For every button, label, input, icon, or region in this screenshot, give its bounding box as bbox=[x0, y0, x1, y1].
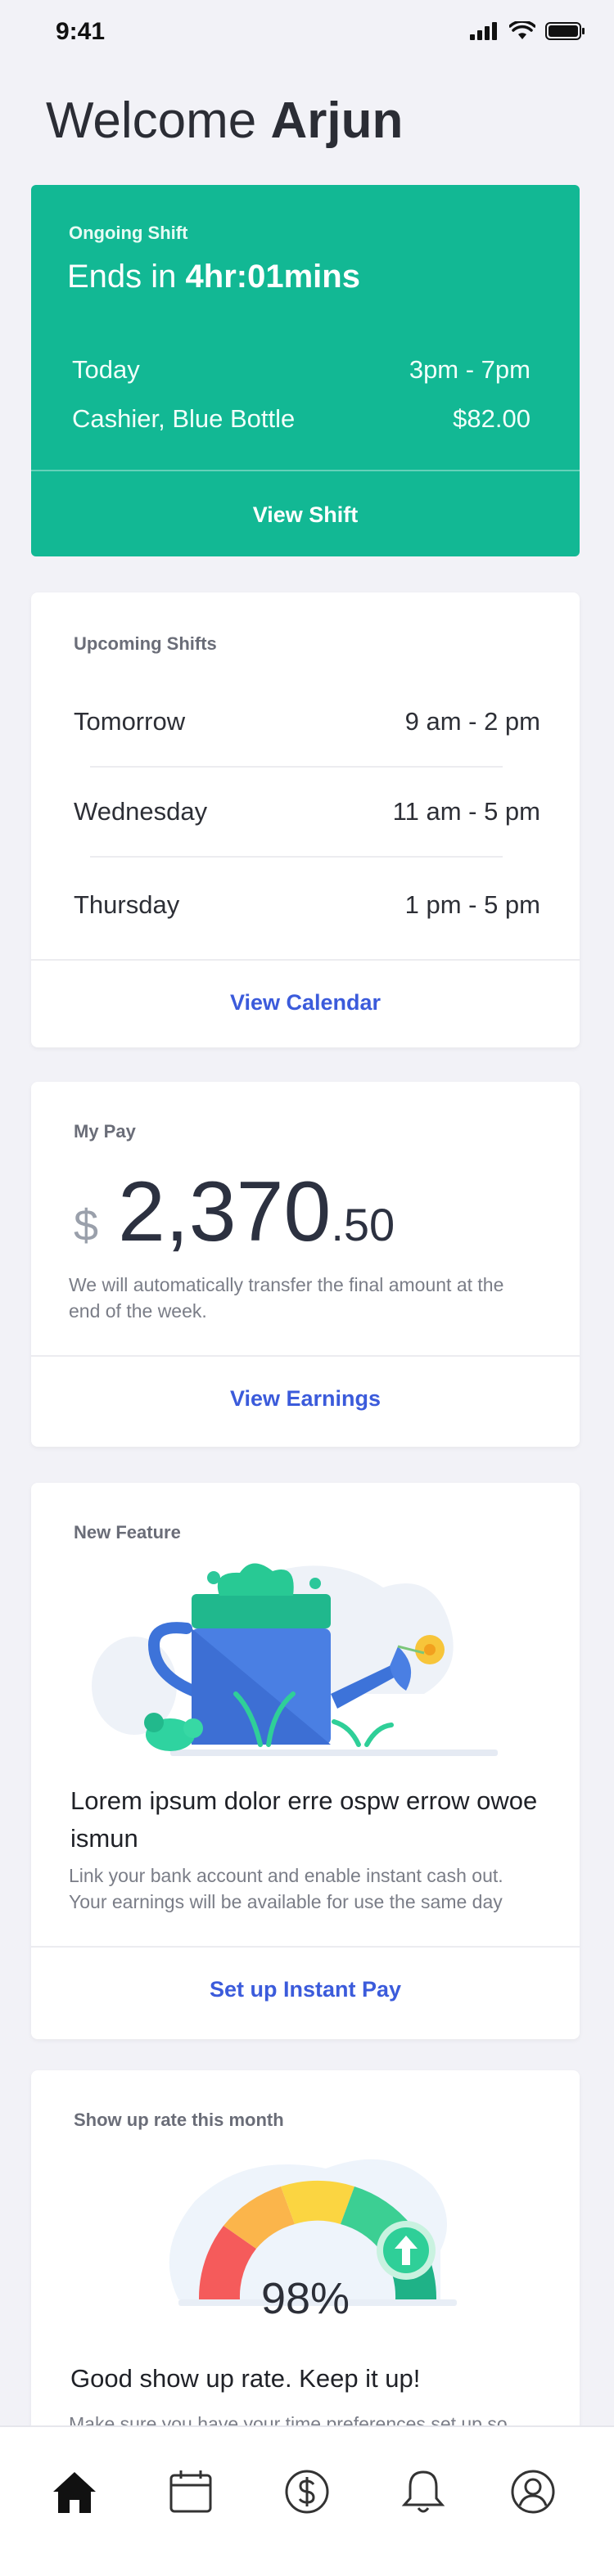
currency-symbol: $ bbox=[74, 1201, 99, 1250]
setup-instant-pay-button[interactable]: Set up Instant Pay bbox=[31, 1977, 580, 2002]
show-up-description: Make sure you have your time preferences… bbox=[69, 2413, 508, 2425]
shift-time: 1 pm - 5 pm bbox=[404, 890, 540, 919]
feature-headline: Lorem ipsum dolor erre ospw errow owoe i… bbox=[70, 1786, 538, 1853]
divider bbox=[90, 766, 503, 768]
divider bbox=[31, 959, 580, 961]
shift-time: 11 am - 5 pm bbox=[392, 797, 540, 826]
divider bbox=[31, 1355, 580, 1357]
feature-description: Link your bank account and enable instan… bbox=[69, 1865, 503, 1912]
divider bbox=[31, 470, 580, 471]
list-item[interactable]: Wednesday 11 am - 5 pm bbox=[74, 797, 540, 826]
shift-role: Cashier, Blue Bottle bbox=[72, 404, 296, 433]
divider bbox=[31, 1946, 580, 1948]
view-shift-button[interactable]: View Shift bbox=[31, 502, 580, 528]
my-pay-card: My Pay $ 2,370 .50 We will automatically… bbox=[31, 1082, 580, 1447]
signal-icon bbox=[470, 22, 497, 40]
pay-amount: $ 2,370 .50 bbox=[74, 1164, 395, 1261]
watering-can-illustration bbox=[92, 1563, 498, 1756]
shift-amount: $82.00 bbox=[453, 404, 530, 433]
shift-time: 9 am - 2 pm bbox=[404, 707, 540, 736]
pay-whole: 2,370 bbox=[118, 1164, 332, 1259]
view-calendar-button[interactable]: View Calendar bbox=[31, 990, 580, 1016]
welcome-heading: Welcome Arjun bbox=[46, 92, 403, 150]
bell-icon bbox=[401, 2470, 445, 2513]
shift-day: Wednesday bbox=[74, 797, 208, 826]
shift-countdown: Ends in 4hr:01mins bbox=[67, 259, 360, 295]
card-title: Show up rate this month bbox=[74, 2110, 284, 2130]
home-icon bbox=[53, 2472, 96, 2513]
profile-icon bbox=[511, 2470, 555, 2514]
tab-calendar[interactable] bbox=[162, 2463, 219, 2520]
status-icons bbox=[470, 21, 586, 41]
battery-icon bbox=[545, 22, 585, 40]
shift-day: Thursday bbox=[74, 890, 180, 919]
tab-earnings[interactable] bbox=[278, 2463, 336, 2520]
shift-day: Today bbox=[72, 355, 140, 384]
pay-note: We will automatically transfer the final… bbox=[69, 1274, 504, 1322]
user-name: Arjun bbox=[270, 92, 404, 149]
shift-day-row: Today 3pm - 7pm bbox=[72, 355, 530, 385]
list-item[interactable]: Tomorrow 9 am - 2 pm bbox=[74, 707, 540, 736]
calendar-icon bbox=[169, 2470, 212, 2513]
dollar-icon bbox=[285, 2470, 329, 2514]
wifi-icon bbox=[509, 21, 535, 39]
ongoing-shift-card: Ongoing Shift Ends in 4hr:01mins Today 3… bbox=[31, 185, 580, 556]
divider bbox=[90, 856, 503, 858]
arrow-up-icon bbox=[377, 2221, 436, 2280]
status-time: 9:41 bbox=[56, 18, 106, 45]
upcoming-shifts-card: Upcoming Shifts Tomorrow 9 am - 2 pm Wed… bbox=[31, 592, 580, 1047]
tab-bar bbox=[0, 2425, 614, 2576]
view-earnings-button[interactable]: View Earnings bbox=[31, 1386, 580, 1412]
card-title: My Pay bbox=[74, 1121, 136, 1142]
countdown-prefix: Ends in bbox=[67, 259, 177, 295]
new-feature-card: New Feature Lorem ipsum dolor erre ospw … bbox=[31, 1483, 580, 2039]
shift-day: Tomorrow bbox=[74, 707, 186, 736]
welcome-prefix: Welcome bbox=[46, 92, 257, 149]
show-up-rate-value: 98% bbox=[260, 2274, 350, 2323]
shift-hours: 3pm - 7pm bbox=[409, 355, 530, 384]
status-bar: 9:41 bbox=[0, 0, 614, 65]
tab-notifications[interactable] bbox=[395, 2463, 452, 2520]
card-title: Upcoming Shifts bbox=[74, 633, 217, 654]
pay-cents: .50 bbox=[331, 1199, 395, 1250]
tab-profile[interactable] bbox=[504, 2463, 562, 2520]
ongoing-shift-label: Ongoing Shift bbox=[69, 223, 188, 243]
list-item[interactable]: Thursday 1 pm - 5 pm bbox=[74, 890, 540, 920]
countdown-value: 4hr:01mins bbox=[185, 259, 360, 295]
shift-role-row: Cashier, Blue Bottle $82.00 bbox=[72, 404, 530, 434]
tab-home[interactable] bbox=[46, 2463, 103, 2520]
show-up-headline: Good show up rate. Keep it up! bbox=[70, 2364, 421, 2393]
